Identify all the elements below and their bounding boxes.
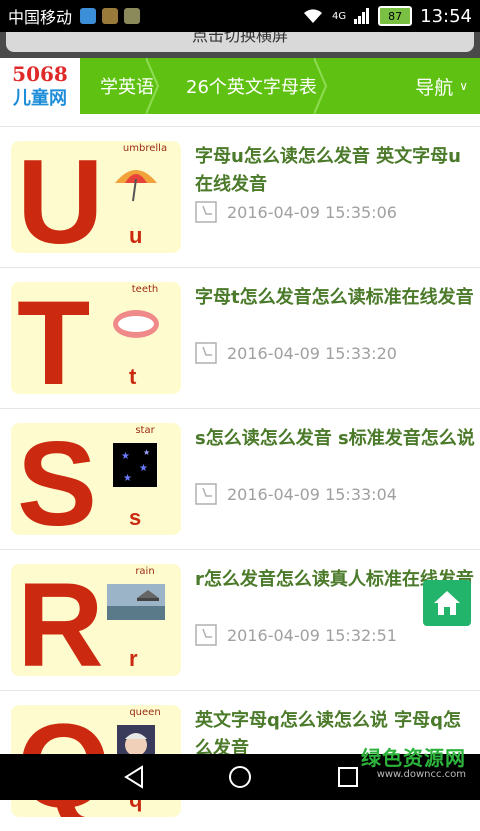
clock-icon bbox=[195, 483, 217, 505]
back-icon[interactable] bbox=[122, 765, 146, 789]
recents-icon[interactable] bbox=[336, 765, 360, 789]
thumbnail-word: teeth bbox=[131, 284, 159, 295]
watermark-url: www.downcc.com bbox=[376, 769, 466, 780]
article-meta: 2016-04-09 15:35:06 bbox=[195, 201, 397, 223]
svg-text:★: ★ bbox=[139, 463, 148, 474]
article-list: U umbrella u 字母u怎么读怎么发音 英文字母u在线发音 2016-0… bbox=[0, 126, 480, 831]
star-icon: ★ ★ ★ ★ bbox=[113, 443, 157, 487]
wifi-icon bbox=[304, 9, 322, 23]
breadcrumb-separator-icon bbox=[146, 58, 160, 114]
article-date: 2016-04-09 15:32:51 bbox=[227, 625, 397, 645]
thumbnail-word: rain bbox=[135, 566, 155, 577]
article-title[interactable]: 字母u怎么读怎么发音 英文字母u在线发音 bbox=[195, 143, 475, 199]
lowercase-letter: r bbox=[129, 646, 138, 671]
network-type: 4G bbox=[332, 10, 347, 22]
article-thumbnail[interactable]: R rain r bbox=[11, 564, 181, 676]
uppercase-letter: U bbox=[17, 141, 104, 253]
article-title[interactable]: s怎么读怎么发音 s标准发音怎么说 bbox=[195, 425, 475, 453]
article-meta: 2016-04-09 15:32:51 bbox=[195, 624, 397, 646]
umbrella-icon bbox=[115, 170, 157, 202]
clock-icon bbox=[195, 201, 217, 223]
list-item[interactable]: T teeth t 字母t怎么发音怎么读标准在线发音 2016-04-09 15… bbox=[0, 267, 480, 408]
home-nav-icon[interactable] bbox=[228, 765, 252, 789]
article-date: 2016-04-09 15:33:04 bbox=[227, 484, 397, 504]
clock-icon bbox=[195, 342, 217, 364]
article-thumbnail[interactable]: T teeth t bbox=[11, 282, 181, 394]
uppercase-letter: R bbox=[17, 564, 104, 676]
list-item[interactable]: R rain r r怎么发音怎么读真人标准在线发音 2016-04-09 15:… bbox=[0, 549, 480, 690]
watermark-text: 绿色资源网 bbox=[361, 746, 466, 770]
switch-banner: 点击切换横屏 bbox=[0, 32, 480, 58]
breadcrumb-learn-english[interactable]: 学英语 bbox=[80, 58, 160, 114]
svg-text:★: ★ bbox=[143, 448, 150, 457]
article-title[interactable]: 字母t怎么发音怎么读标准在线发音 bbox=[195, 284, 475, 312]
lowercase-letter: s bbox=[129, 505, 142, 530]
chevron-down-icon: ∨ bbox=[459, 79, 468, 93]
article-meta: 2016-04-09 15:33:20 bbox=[195, 342, 397, 364]
clock-time: 13:54 bbox=[420, 5, 472, 27]
clock-icon bbox=[195, 624, 217, 646]
article-date: 2016-04-09 15:35:06 bbox=[227, 202, 397, 222]
nav-menu-button[interactable]: 导航 ∨ bbox=[415, 58, 468, 114]
home-icon bbox=[434, 591, 460, 615]
app-notification-icon bbox=[80, 8, 97, 24]
thumbnail-word: queen bbox=[129, 707, 161, 718]
breadcrumb-alphabet[interactable]: 26个英文字母表 bbox=[160, 58, 328, 114]
uppercase-letter: S bbox=[17, 423, 98, 535]
article-thumbnail[interactable]: S star ★ ★ ★ ★ s bbox=[11, 423, 181, 535]
nav-menu-label: 导航 bbox=[415, 76, 454, 99]
svg-text:★: ★ bbox=[123, 473, 132, 484]
switch-orientation-button[interactable]: 点击切换横屏 bbox=[6, 32, 474, 52]
breadcrumb-separator-icon bbox=[314, 58, 328, 114]
list-item[interactable]: S star ★ ★ ★ ★ s s怎么读怎么发音 s标准发音怎么说 2016-… bbox=[0, 408, 480, 549]
article-date: 2016-04-09 15:33:20 bbox=[227, 343, 397, 363]
breadcrumb-label: 26个英文字母表 bbox=[186, 77, 317, 98]
notification-icons bbox=[80, 8, 141, 24]
thumbnail-word: umbrella bbox=[122, 143, 168, 154]
uppercase-letter: T bbox=[17, 282, 91, 394]
svg-text:★: ★ bbox=[121, 451, 130, 462]
carrier-label: 中国移动 bbox=[8, 8, 73, 27]
article-meta: 2016-04-09 15:33:04 bbox=[195, 483, 397, 505]
top-navbar: 5068 儿童网 学英语 26个英文字母表 导航 ∨ bbox=[0, 58, 480, 114]
lowercase-letter: u bbox=[129, 223, 143, 248]
app-notification-icon bbox=[102, 8, 119, 24]
signal-icon bbox=[354, 8, 370, 24]
rain-icon bbox=[107, 584, 165, 620]
list-item[interactable]: U umbrella u 字母u怎么读怎么发音 英文字母u在线发音 2016-0… bbox=[0, 126, 480, 267]
teeth-icon bbox=[113, 310, 159, 338]
lowercase-letter: t bbox=[129, 364, 137, 389]
status-bar: 中国移动 4G 87 13:54 bbox=[0, 0, 480, 32]
home-button[interactable] bbox=[423, 580, 471, 626]
thumbnail-word: star bbox=[135, 425, 155, 436]
watermark: 绿色资源网 www.downcc.com bbox=[361, 742, 466, 780]
battery-icon: 87 bbox=[378, 6, 413, 26]
logo-number: 5068 bbox=[12, 62, 68, 86]
article-thumbnail[interactable]: U umbrella u bbox=[11, 141, 181, 253]
site-logo[interactable]: 5068 儿童网 bbox=[0, 58, 80, 114]
logo-text: 儿童网 bbox=[13, 88, 67, 109]
app-notification-icon bbox=[124, 8, 141, 24]
